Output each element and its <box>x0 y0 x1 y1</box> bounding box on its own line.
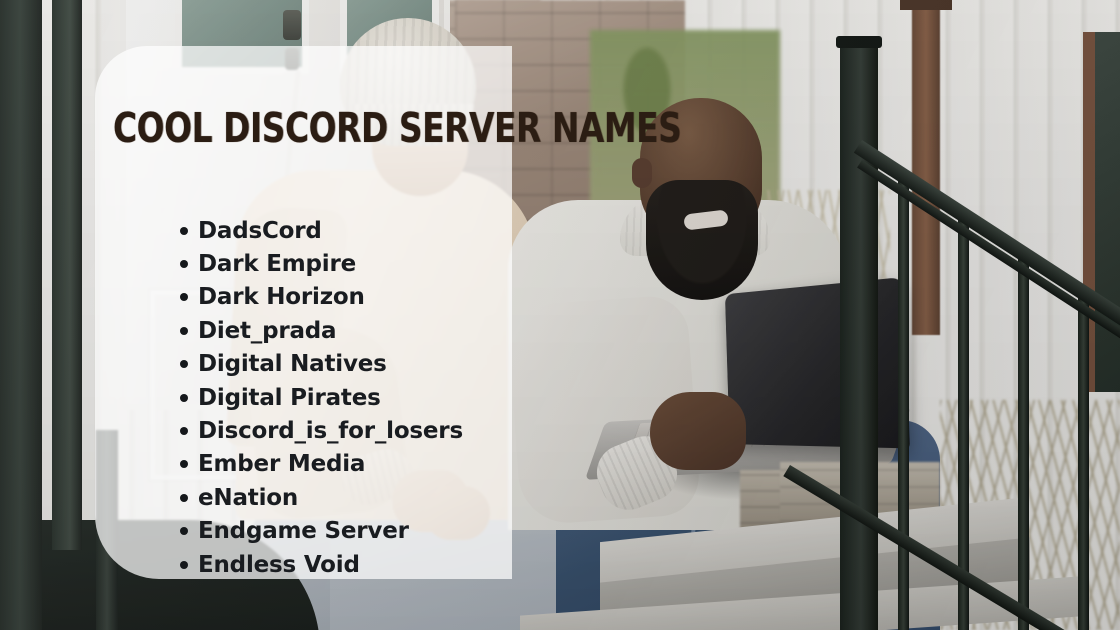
list-item: Endgame Server <box>95 515 463 548</box>
server-name-list: DadsCord Dark Empire Dark Horizon Diet_p… <box>95 214 463 581</box>
list-item: eNation <box>95 481 463 514</box>
list-item: Diet_prada <box>95 314 463 347</box>
text-overlay-card: COOL DISCORD SERVER NAMES DadsCord Dark … <box>95 46 682 581</box>
list-item-label: Endless Void <box>198 551 360 578</box>
page-title: COOL DISCORD SERVER NAMES <box>113 104 682 152</box>
list-item-label: eNation <box>198 484 299 511</box>
bullet-icon <box>180 427 188 436</box>
list-item-label: Diet_prada <box>198 317 337 344</box>
bullet-icon <box>180 226 188 235</box>
bullet-icon <box>180 493 188 502</box>
graphic-canvas: COOL DISCORD SERVER NAMES DadsCord Dark … <box>0 0 1120 630</box>
list-item: Digital Natives <box>95 348 463 381</box>
bullet-icon <box>180 560 188 569</box>
list-item-label: DadsCord <box>198 217 322 244</box>
list-item: Discord_is_for_losers <box>95 414 463 447</box>
bullet-icon <box>180 393 188 402</box>
list-item: Ember Media <box>95 448 463 481</box>
list-item-label: Endgame Server <box>198 518 409 545</box>
bullet-icon <box>180 326 188 335</box>
list-item-label: Discord_is_for_losers <box>198 418 463 445</box>
list-item-label: Digital Natives <box>198 351 387 378</box>
card-inner: COOL DISCORD SERVER NAMES DadsCord Dark … <box>95 46 682 581</box>
list-item: Dark Horizon <box>95 281 463 314</box>
list-item: Dark Empire <box>95 247 463 280</box>
list-item: Digital Pirates <box>95 381 463 414</box>
list-item-label: Ember Media <box>198 451 366 478</box>
list-item-label: Digital Pirates <box>198 384 381 411</box>
list-item-label: Dark Empire <box>198 251 357 278</box>
list-item: Endless Void <box>95 548 463 581</box>
list-item: DadsCord <box>95 214 463 247</box>
list-item-label: Dark Horizon <box>198 284 365 311</box>
